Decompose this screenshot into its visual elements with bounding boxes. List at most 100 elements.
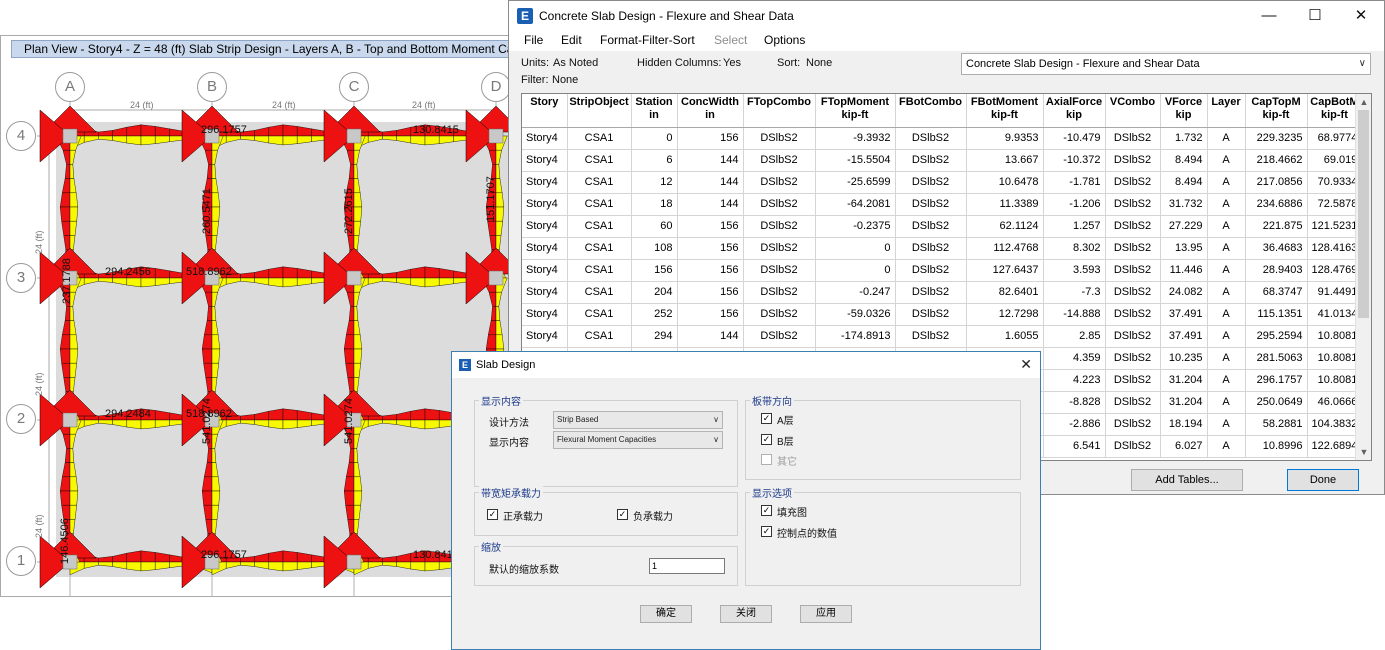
table-row[interactable]: Story4 CSA1 204 156 DSlbS2 -0.247 DSlbS2 82.640… [522, 281, 1363, 304]
table-row[interactable]: Story4 CSA1 252 156 DSlbS2 -59.0326 DSlbS2 12.7… [522, 303, 1363, 326]
table-cell[interactable]: 144 [677, 171, 744, 194]
table-cell[interactable]: 121.5231 [1307, 215, 1363, 238]
table-cell[interactable]: -64.2081 [815, 193, 896, 216]
table-cell[interactable]: 128.4163 [1307, 237, 1363, 260]
column-header[interactable]: CapTopM kip-ft [1245, 94, 1308, 128]
control-values-checkbox[interactable]: ✓ [761, 526, 772, 537]
table-row[interactable]: Story4 CSA1 0 156 DSlbS2 -9.3932 DSlbS2 9.9353-… [522, 127, 1363, 150]
table-cell[interactable]: CSA1 [567, 127, 632, 150]
table-cell[interactable]: 72.5878 [1307, 193, 1363, 216]
table-cell[interactable]: DSlbS2 [1105, 149, 1161, 172]
table-cell[interactable]: 156 [677, 237, 744, 260]
table-cell[interactable]: 10.8081 [1307, 347, 1363, 370]
table-select-dropdown[interactable]: Concrete Slab Design - Flexure and Shear… [961, 53, 1371, 75]
column-header[interactable]: FBotCombo [895, 94, 967, 128]
table-cell[interactable]: 281.5063 [1245, 347, 1308, 370]
column-header[interactable]: CapBotM kip-ft [1307, 94, 1363, 128]
table-cell[interactable]: A [1207, 435, 1246, 458]
vertical-scrollbar[interactable]: ▲ ▼ [1355, 94, 1371, 460]
table-cell[interactable]: A [1207, 237, 1246, 260]
table-cell[interactable]: 156 [677, 259, 744, 282]
table-cell[interactable]: 6 [631, 149, 678, 172]
table-cell[interactable]: DSlbS2 [1105, 391, 1161, 414]
table-cell[interactable]: A [1207, 171, 1246, 194]
table-cell[interactable]: A [1207, 127, 1246, 150]
table-cell[interactable]: 221.875 [1245, 215, 1308, 238]
table-cell[interactable]: CSA1 [567, 281, 632, 304]
table-cell[interactable]: 1.257 [1043, 215, 1106, 238]
table-cell[interactable]: DSlbS2 [1105, 281, 1161, 304]
table-cell[interactable]: 28.9403 [1245, 259, 1308, 282]
table-cell[interactable]: DSlbS2 [895, 215, 967, 238]
table-cell[interactable]: Story4 [522, 259, 568, 282]
table-cell[interactable]: DSlbS2 [743, 325, 816, 348]
table-cell[interactable]: A [1207, 413, 1246, 436]
table-cell[interactable]: 13.95 [1160, 237, 1208, 260]
table-cell[interactable]: 294 [631, 325, 678, 348]
table-cell[interactable]: A [1207, 281, 1246, 304]
table-cell[interactable]: Story4 [522, 325, 568, 348]
table-cell[interactable]: DSlbS2 [1105, 193, 1161, 216]
table-cell[interactable]: A [1207, 325, 1246, 348]
table-cell[interactable]: 4.359 [1043, 347, 1106, 370]
table-cell[interactable]: A [1207, 369, 1246, 392]
table-cell[interactable]: CSA1 [567, 171, 632, 194]
table-cell[interactable]: 104.3832 [1307, 413, 1363, 436]
table-cell[interactable]: 127.6437 [966, 259, 1044, 282]
column-header[interactable]: AxialForce kip [1043, 94, 1106, 128]
other-checkbox[interactable] [761, 454, 772, 465]
table-row[interactable]: Story4 CSA1 156 156 DSlbS2 0 DSlbS2 127.6437 3.5… [522, 259, 1363, 282]
table-cell[interactable]: A [1207, 193, 1246, 216]
table-cell[interactable]: 10.235 [1160, 347, 1208, 370]
scroll-down-icon[interactable]: ▼ [1356, 444, 1371, 460]
minimize-icon[interactable]: — [1246, 1, 1292, 31]
table-cell[interactable]: 0 [815, 259, 896, 282]
table-cell[interactable]: 252 [631, 303, 678, 326]
table-cell[interactable]: DSlbS2 [1105, 369, 1161, 392]
table-cell[interactable]: 156 [631, 259, 678, 282]
apply-button[interactable]: 应用 [800, 605, 852, 623]
table-cell[interactable]: A [1207, 303, 1246, 326]
table-row[interactable]: Story4 CSA1 18 144 DSlbS2 -64.2081 DSlbS2 11.33… [522, 193, 1363, 216]
layer-a-checkbox[interactable]: ✓ [761, 413, 772, 424]
menu-edit[interactable]: Edit [561, 33, 582, 47]
table-row[interactable]: Story4 CSA1 60 156 DSlbS2 -0.2375 DSlbS2 62.112… [522, 215, 1363, 238]
table-cell[interactable]: 27.229 [1160, 215, 1208, 238]
table-cell[interactable]: 46.0666 [1307, 391, 1363, 414]
slab-design-dialog[interactable]: E Slab Design ✕ 显示内容 设计方法 Strip Based ∨ … [451, 351, 1041, 650]
table-cell[interactable]: DSlbS2 [1105, 325, 1161, 348]
table-cell[interactable]: DSlbS2 [743, 149, 816, 172]
table-cell[interactable]: -15.5504 [815, 149, 896, 172]
table-cell[interactable]: 144 [677, 325, 744, 348]
table-cell[interactable]: 37.491 [1160, 325, 1208, 348]
table-cell[interactable]: 8.302 [1043, 237, 1106, 260]
table-cell[interactable]: 250.0649 [1245, 391, 1308, 414]
done-button[interactable]: Done [1287, 469, 1359, 491]
table-cell[interactable]: DSlbS2 [743, 237, 816, 260]
table-cell[interactable]: DSlbS2 [743, 303, 816, 326]
table-cell[interactable]: DSlbS2 [895, 237, 967, 260]
table-cell[interactable]: Story4 [522, 303, 568, 326]
column-header[interactable]: Story [522, 94, 568, 128]
table-cell[interactable]: 218.4662 [1245, 149, 1308, 172]
table-cell[interactable]: 108 [631, 237, 678, 260]
table-cell[interactable]: 1.732 [1160, 127, 1208, 150]
table-cell[interactable]: 41.0134 [1307, 303, 1363, 326]
menu-select[interactable]: Select [714, 33, 747, 47]
table-cell[interactable]: DSlbS2 [1105, 127, 1161, 150]
close-icon[interactable]: ✕ [1020, 356, 1032, 373]
table-cell[interactable]: CSA1 [567, 193, 632, 216]
table-cell[interactable]: Story4 [522, 193, 568, 216]
table-cell[interactable]: 68.3747 [1245, 281, 1308, 304]
column-header[interactable]: FBotMoment kip-ft [966, 94, 1044, 128]
table-cell[interactable]: 144 [677, 193, 744, 216]
table-cell[interactable]: 156 [677, 303, 744, 326]
table-cell[interactable]: -0.247 [815, 281, 896, 304]
table-cell[interactable]: Story4 [522, 281, 568, 304]
layer-b-checkbox[interactable]: ✓ [761, 434, 772, 445]
table-cell[interactable]: DSlbS2 [743, 215, 816, 238]
column-header[interactable]: ConcWidth in [677, 94, 744, 128]
table-cell[interactable]: DSlbS2 [743, 127, 816, 150]
table-cell[interactable]: 0 [631, 127, 678, 150]
table-cell[interactable]: 11.446 [1160, 259, 1208, 282]
